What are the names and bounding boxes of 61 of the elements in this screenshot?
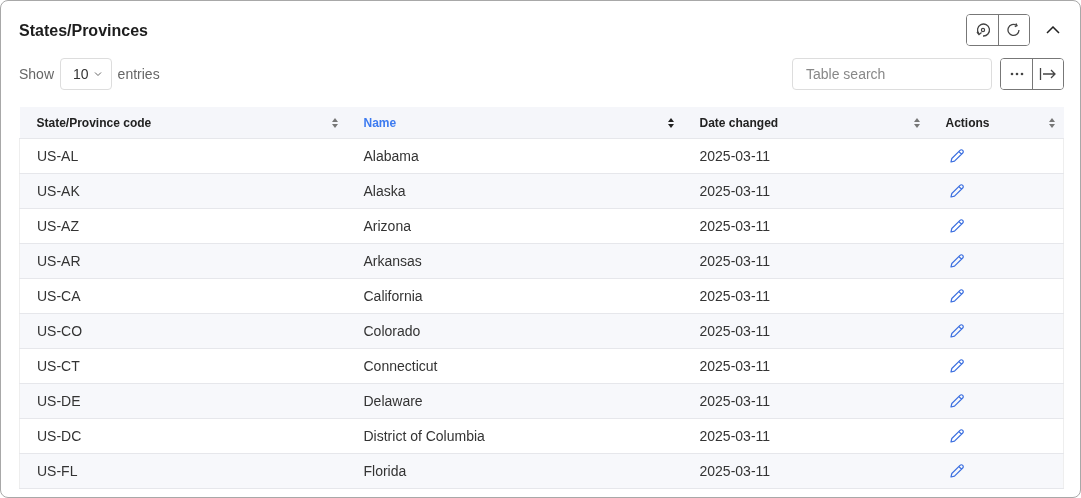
table-cell: Colorado	[363, 323, 421, 339]
entries-select[interactable]: 10	[60, 58, 112, 90]
panel-title: States/Provinces	[19, 21, 148, 40]
table-cell: Alabama	[363, 148, 419, 164]
export-button[interactable]	[1032, 59, 1063, 89]
column-header[interactable]: State/Province code	[19, 107, 347, 139]
table-cell: 2025-03-11	[699, 393, 771, 409]
sort-icon	[1047, 116, 1056, 129]
table-cell: 2025-03-11	[699, 323, 771, 339]
refresh-button[interactable]	[998, 15, 1029, 45]
table-cell: California	[363, 288, 423, 304]
table-cell: 2025-03-11	[699, 288, 771, 304]
edit-icon[interactable]	[948, 253, 965, 269]
edit-icon[interactable]	[948, 323, 965, 339]
table-cell: US-CA	[37, 288, 81, 304]
table-cell: US-CO	[37, 323, 83, 339]
table-cell: Delaware	[363, 393, 423, 409]
edit-icon[interactable]	[948, 183, 965, 199]
table-cell: 2025-03-11	[699, 183, 771, 199]
chevron-icon	[1046, 26, 1060, 34]
more-icon	[1009, 72, 1024, 76]
edit-icon[interactable]	[948, 463, 965, 479]
table-cell: Connecticut	[363, 358, 438, 374]
table-cell: 2025-03-11	[699, 463, 771, 479]
search-field[interactable]: Table search	[792, 58, 992, 90]
show-label: Show	[19, 66, 55, 82]
table-cell: 2025-03-11	[699, 218, 771, 234]
sort-icon	[912, 116, 921, 129]
edit-icon[interactable]	[948, 428, 965, 444]
table-cell: 2025-03-11	[699, 428, 771, 444]
entries-label: entries	[117, 66, 160, 82]
table-cell: 2025-03-11	[699, 253, 771, 269]
table-cell: US-DE	[37, 393, 81, 409]
table-cell: US-AK	[37, 183, 80, 199]
table-cell: US-AZ	[37, 218, 79, 234]
table-cell: 2025-03-11	[699, 358, 771, 374]
edit-icon[interactable]	[948, 358, 965, 374]
caret-icon	[93, 71, 102, 77]
table-cell: Arkansas	[363, 253, 422, 269]
table-cell: US-DC	[37, 428, 82, 444]
table-cell: 2025-03-11	[699, 148, 771, 164]
table-cell: District of Columbia	[363, 428, 485, 444]
edit-icon[interactable]	[948, 148, 965, 164]
table-cell: Arizona	[363, 218, 411, 234]
rotate-dot-icon	[974, 22, 991, 38]
column-header[interactable]: Name	[346, 107, 683, 139]
column-header[interactable]: Date changed	[682, 107, 929, 139]
sort-icon	[666, 116, 675, 129]
refresh-icon	[1006, 22, 1022, 38]
table-cell: Alaska	[363, 183, 406, 199]
table-cell: US-CT	[37, 358, 80, 374]
edit-icon[interactable]	[948, 288, 965, 304]
arrow-to-right-icon	[1039, 67, 1057, 81]
table-cell: US-AL	[37, 148, 79, 164]
table-cell: US-FL	[37, 463, 78, 479]
edit-icon[interactable]	[948, 393, 965, 409]
sort-icon	[330, 116, 339, 129]
edit-icon[interactable]	[948, 218, 965, 234]
column-header[interactable]: Actions	[928, 107, 1064, 139]
table-cell: Florida	[363, 463, 407, 479]
table-cell: US-AR	[37, 253, 81, 269]
